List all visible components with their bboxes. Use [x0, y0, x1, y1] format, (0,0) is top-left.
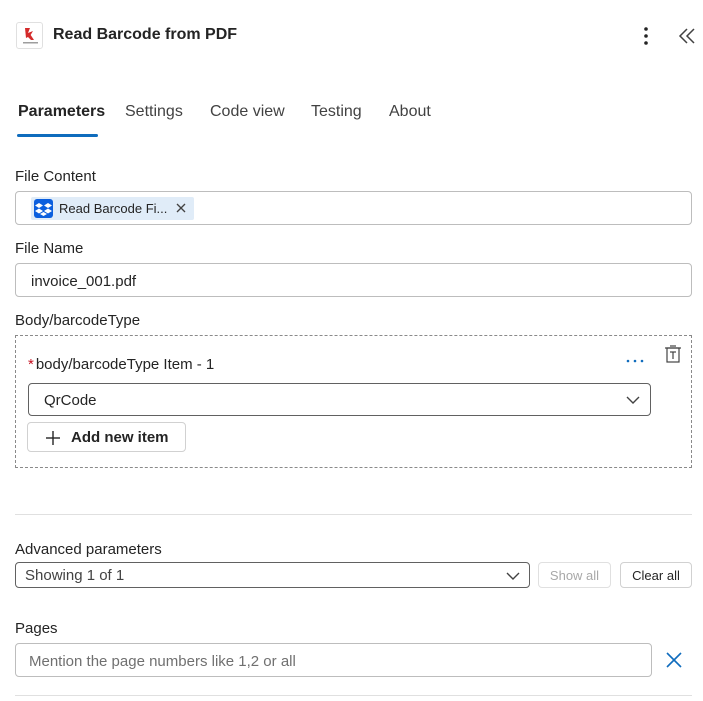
- remove-pages-button[interactable]: [664, 650, 684, 670]
- show-all-button[interactable]: Show all: [538, 562, 611, 588]
- file-name-input[interactable]: invoice_001.pdf: [15, 263, 692, 297]
- add-new-item-label: Add new item: [71, 429, 169, 446]
- section-divider: [15, 514, 692, 515]
- panel-header: Read Barcode from PDF: [0, 0, 703, 72]
- close-icon: [666, 652, 682, 668]
- pdf4me-logo-icon: [16, 22, 43, 49]
- pages-placeholder: Mention the page numbers like 1,2 or all: [29, 653, 296, 670]
- chevron-down-icon: [506, 572, 520, 580]
- file-content-token-label: Read Barcode Fi...: [59, 201, 168, 216]
- close-icon: [176, 203, 186, 213]
- bottom-divider: [15, 695, 692, 696]
- tab-parameters[interactable]: Parameters: [18, 103, 105, 121]
- required-marker: *: [28, 356, 34, 373]
- more-vertical-icon: [644, 27, 648, 45]
- page-title: Read Barcode from PDF: [53, 26, 238, 43]
- barcode-type-label: Body/barcodeType: [15, 312, 141, 329]
- clear-all-label: Clear all: [632, 568, 680, 583]
- barcode-type-item-label: * body/barcodeType Item - 1: [28, 356, 214, 373]
- delete-array-icon: [665, 345, 681, 363]
- file-name-label: File Name: [15, 240, 84, 257]
- clear-all-button[interactable]: Clear all: [620, 562, 692, 588]
- advanced-parameters-select[interactable]: Showing 1 of 1: [15, 562, 530, 588]
- tab-about[interactable]: About: [389, 103, 431, 121]
- file-content-field[interactable]: Read Barcode Fi...: [15, 191, 692, 225]
- more-options-button[interactable]: [636, 24, 656, 48]
- double-chevron-left-icon: [678, 28, 695, 44]
- pages-label: Pages: [15, 620, 58, 637]
- delete-item-button[interactable]: [663, 344, 683, 364]
- pages-input[interactable]: Mention the page numbers like 1,2 or all: [15, 643, 652, 677]
- remove-token-button[interactable]: [173, 200, 189, 216]
- file-content-label: File Content: [15, 168, 96, 185]
- plus-icon: [46, 431, 60, 445]
- item-label-text: body/barcodeType Item - 1: [35, 356, 215, 373]
- advanced-parameters-value: Showing 1 of 1: [25, 567, 125, 584]
- barcode-type-select[interactable]: QrCode: [28, 383, 651, 416]
- show-all-label: Show all: [549, 568, 600, 583]
- advanced-parameters-label: Advanced parameters: [15, 541, 162, 558]
- more-horizontal-icon: [626, 359, 644, 363]
- tab-bar: Parameters Settings Code view Testing Ab…: [0, 96, 703, 142]
- collapse-panel-button[interactable]: [676, 24, 698, 48]
- file-content-token[interactable]: Read Barcode Fi...: [31, 197, 194, 220]
- dropbox-icon: [34, 199, 53, 218]
- item-more-button[interactable]: [624, 352, 646, 368]
- chevron-down-icon: [626, 396, 640, 404]
- tab-testing[interactable]: Testing: [311, 103, 362, 121]
- tab-code-view[interactable]: Code view: [210, 103, 285, 121]
- active-tab-indicator: [17, 134, 98, 137]
- barcode-type-array: * body/barcodeType Item - 1 QrCode Add ne…: [15, 335, 692, 468]
- barcode-type-selected: QrCode: [44, 392, 97, 409]
- add-new-item-button[interactable]: Add new item: [27, 422, 186, 452]
- file-name-value: invoice_001.pdf: [31, 273, 137, 290]
- tab-settings[interactable]: Settings: [125, 103, 183, 121]
